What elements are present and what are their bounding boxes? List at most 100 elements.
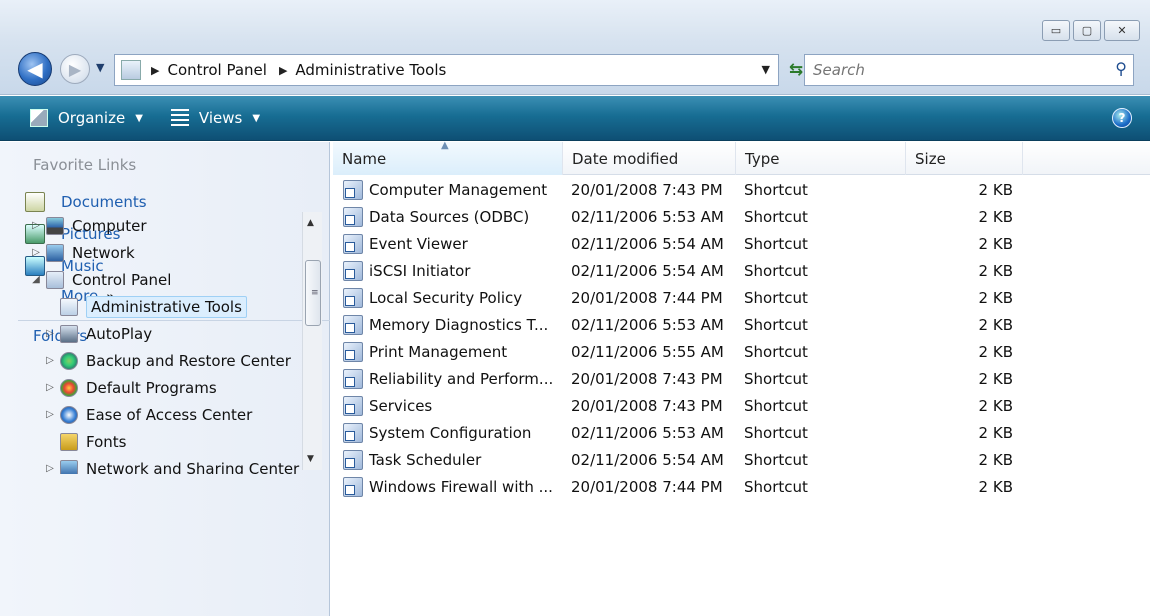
table-row[interactable]: Services 20/01/2008 7:43 PM Shortcut 2 K… <box>333 392 1023 419</box>
address-dropdown-icon[interactable]: ▼ <box>762 63 770 76</box>
date-modified: 20/01/2008 7:43 PM <box>571 180 723 199</box>
favorite-links-header: Favorite Links <box>33 156 137 174</box>
tree-item-ease-of-access[interactable]: ▷ Ease of Access Center <box>44 401 252 428</box>
tree-item-label: Network <box>72 243 135 262</box>
file-type: Shortcut <box>744 234 808 253</box>
address-bar[interactable]: ▶ Control Panel ▶ Administrative Tools ▼ <box>114 54 779 86</box>
administrative-tools-icon <box>60 297 78 316</box>
folder-tree: ▷ Computer ▷ Network ◢ Control Panel Adm… <box>0 212 300 474</box>
file-type: Shortcut <box>744 396 808 415</box>
views-button[interactable]: Views ▼ <box>170 109 260 127</box>
favorite-link-documents[interactable]: Documents <box>25 192 147 212</box>
services-icon <box>343 395 363 416</box>
windows-firewall-icon <box>343 476 363 497</box>
file-type: Shortcut <box>744 261 808 280</box>
scroll-grip-icon: ≡ <box>311 288 319 298</box>
table-row[interactable]: System Configuration 02/11/2006 5:53 AM … <box>333 419 1023 446</box>
table-row[interactable]: Event Viewer 02/11/2006 5:54 AM Shortcut… <box>333 230 1023 257</box>
breadcrumb-administrative-tools[interactable]: Administrative Tools <box>295 61 446 79</box>
file-list: ▲ Name Date modified Type Size Computer … <box>333 140 1150 616</box>
breadcrumb-separator-icon[interactable]: ▶ <box>151 64 159 77</box>
file-size: 2 KB <box>978 234 1013 253</box>
table-row[interactable]: Memory Diagnostics T... 02/11/2006 5:53 … <box>333 311 1023 338</box>
tree-item-administrative-tools[interactable]: Administrative Tools <box>44 293 247 320</box>
tree-item-backup-restore[interactable]: ▷ Backup and Restore Center <box>44 347 291 374</box>
file-name: Reliability and Perform... <box>369 369 554 388</box>
default-programs-icon <box>60 378 78 397</box>
expand-arrow-icon[interactable]: ▷ <box>44 382 56 393</box>
expand-arrow-icon[interactable]: ▷ <box>44 328 56 339</box>
column-header-date-modified[interactable]: Date modified <box>563 142 736 175</box>
maximize-button[interactable]: ▢ <box>1073 20 1101 41</box>
tree-item-computer[interactable]: ▷ Computer <box>30 212 147 239</box>
expand-arrow-icon[interactable]: ▷ <box>44 355 56 366</box>
back-arrow-icon: ◀ <box>27 57 43 81</box>
organize-button[interactable]: Organize ▼ <box>30 109 143 127</box>
tree-item-autoplay[interactable]: ▷ AutoPlay <box>44 320 152 347</box>
help-icon: ? <box>1118 111 1126 125</box>
tree-item-control-panel[interactable]: ◢ Control Panel <box>30 266 171 293</box>
forward-button[interactable]: ▶ <box>60 54 90 84</box>
command-toolbar: Organize ▼ Views ▼ ? <box>0 96 1150 141</box>
tree-item-network[interactable]: ▷ Network <box>30 239 135 266</box>
file-type: Shortcut <box>744 315 808 334</box>
close-button[interactable]: ✕ <box>1104 20 1140 41</box>
scroll-down-arrow-icon[interactable]: ▼ <box>307 454 314 464</box>
recent-pages-dropdown[interactable]: ▼ <box>96 61 104 74</box>
date-modified: 20/01/2008 7:44 PM <box>571 288 723 307</box>
breadcrumb-control-panel[interactable]: Control Panel <box>167 61 266 79</box>
refresh-icon: ⇆ <box>788 60 804 80</box>
navigation-bar: ◀ ▶ ▼ ▶ Control Panel ▶ Administrative T… <box>18 52 1146 88</box>
file-size: 2 KB <box>978 477 1013 496</box>
expand-arrow-icon[interactable]: ▷ <box>44 409 56 420</box>
date-modified: 02/11/2006 5:53 AM <box>571 423 724 442</box>
date-modified: 02/11/2006 5:53 AM <box>571 315 724 334</box>
search-box[interactable]: ⚲ <box>804 54 1134 86</box>
tree-item-network-sharing[interactable]: ▷ Network and Sharing Center <box>44 455 299 474</box>
table-row[interactable]: Task Scheduler 02/11/2006 5:54 AM Shortc… <box>333 446 1023 473</box>
collapse-arrow-icon[interactable]: ◢ <box>30 274 42 285</box>
table-row[interactable]: iSCSI Initiator 02/11/2006 5:54 AM Short… <box>333 257 1023 284</box>
table-row[interactable]: Print Management 02/11/2006 5:55 AM Shor… <box>333 338 1023 365</box>
search-icon[interactable]: ⚲ <box>1115 59 1127 78</box>
column-header-size[interactable]: Size <box>906 142 1023 175</box>
column-header-type[interactable]: Type <box>736 142 906 175</box>
tree-item-fonts[interactable]: Fonts <box>44 428 126 455</box>
date-modified: 20/01/2008 7:44 PM <box>571 477 723 496</box>
file-type: Shortcut <box>744 207 808 226</box>
back-button[interactable]: ◀ <box>18 52 52 86</box>
scroll-up-arrow-icon[interactable]: ▲ <box>307 218 314 228</box>
iscsi-initiator-icon <box>343 260 363 281</box>
search-input[interactable] <box>813 61 1093 79</box>
table-row[interactable]: Reliability and Perform... 20/01/2008 7:… <box>333 365 1023 392</box>
tree-scrollbar[interactable]: ▲ ≡ ▼ <box>302 212 322 470</box>
column-header-name[interactable]: ▲ Name <box>333 140 563 175</box>
expand-arrow-icon[interactable]: ▷ <box>44 463 56 474</box>
date-modified: 02/11/2006 5:54 AM <box>571 234 724 253</box>
file-size: 2 KB <box>978 207 1013 226</box>
column-header-label: Name <box>342 149 387 168</box>
file-size: 2 KB <box>978 423 1013 442</box>
file-size: 2 KB <box>978 450 1013 469</box>
minimize-button[interactable]: ▭ <box>1042 20 1070 41</box>
expand-arrow-icon[interactable]: ▷ <box>30 247 42 258</box>
table-row[interactable]: Computer Management 20/01/2008 7:43 PM S… <box>333 176 1023 203</box>
breadcrumb-separator-icon[interactable]: ▶ <box>279 64 287 77</box>
expand-arrow-icon[interactable]: ▷ <box>30 220 42 231</box>
file-type: Shortcut <box>744 288 808 307</box>
date-modified: 02/11/2006 5:53 AM <box>571 207 724 226</box>
date-modified: 20/01/2008 7:43 PM <box>571 396 723 415</box>
tree-item-default-programs[interactable]: ▷ Default Programs <box>44 374 217 401</box>
tree-item-label: Administrative Tools <box>86 295 247 318</box>
date-modified: 02/11/2006 5:54 AM <box>571 261 724 280</box>
table-row[interactable]: Data Sources (ODBC) 02/11/2006 5:53 AM S… <box>333 203 1023 230</box>
help-button[interactable]: ? <box>1112 108 1132 128</box>
tree-scrollbar-thumb[interactable]: ≡ <box>305 260 321 326</box>
table-row[interactable]: Windows Firewall with ... 20/01/2008 7:4… <box>333 473 1023 500</box>
table-row[interactable]: Local Security Policy 20/01/2008 7:44 PM… <box>333 284 1023 311</box>
file-size: 2 KB <box>978 342 1013 361</box>
tree-item-label: Computer <box>72 216 147 235</box>
file-size: 2 KB <box>978 261 1013 280</box>
tree-item-label: Default Programs <box>86 378 217 397</box>
fonts-icon <box>60 432 78 451</box>
